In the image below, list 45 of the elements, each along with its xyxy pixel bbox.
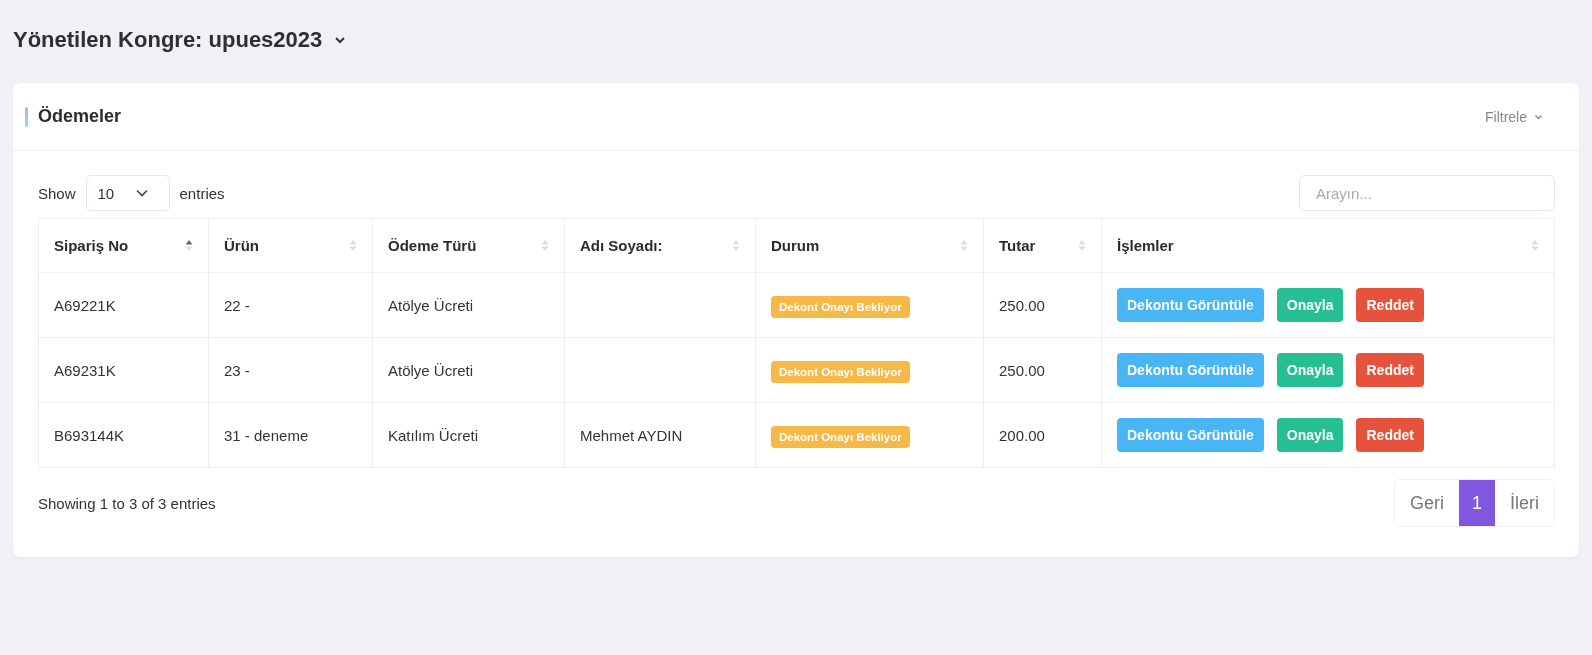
search-field[interactable]: Arayın... — [1299, 175, 1555, 211]
approve-button[interactable]: Onayla — [1276, 353, 1344, 387]
card-title: Ödemeler — [38, 106, 123, 127]
column-header[interactable]: Ödeme Türü — [372, 218, 565, 273]
title-accent-bar — [25, 106, 28, 127]
approve-button[interactable]: Onayla — [1276, 288, 1344, 322]
column-header[interactable]: İşlemler — [1101, 218, 1555, 273]
approve-button[interactable]: Onayla — [1276, 418, 1344, 452]
table-cell: B693144K — [54, 426, 125, 444]
table-cell: 200.00 — [999, 426, 1045, 444]
reject-button[interactable]: Reddet — [1356, 353, 1424, 387]
page-button[interactable]: 1 — [1458, 480, 1495, 526]
page-title: Yönetilen Kongre: upues2023 — [13, 27, 323, 53]
column-header[interactable]: Durum — [755, 218, 984, 273]
filter-dropdown[interactable]: Filtrele — [1485, 108, 1543, 125]
table-cell: 22 - — [224, 296, 250, 314]
column-header[interactable]: Tutar — [983, 218, 1102, 273]
reject-button[interactable]: Reddet — [1356, 288, 1424, 322]
show-label: Show — [38, 184, 76, 202]
view-button[interactable]: Dekontu Görüntüle — [1117, 418, 1264, 452]
status-badge: Dekont Onayı Bekliyor — [771, 295, 910, 318]
table-cell: Mehmet AYDIN — [580, 426, 683, 444]
table-cell: Katılım Ücreti — [388, 426, 478, 444]
reject-button[interactable]: Reddet — [1356, 418, 1424, 452]
table-cell: 23 - — [224, 361, 250, 379]
table-cell: Atölye Ücreti — [388, 296, 474, 314]
status-badge: Dekont Onayı Bekliyor — [771, 360, 910, 383]
table-cell: 250.00 — [999, 296, 1045, 314]
table-cell: Atölye Ücreti — [388, 361, 474, 379]
table-cell: A69221K — [54, 296, 116, 314]
table-cell: 31 - deneme — [224, 426, 309, 444]
view-button[interactable]: Dekontu Görüntüle — [1117, 353, 1264, 387]
column-header[interactable]: Ürün — [208, 218, 373, 273]
chevron-down-icon[interactable] — [334, 36, 347, 44]
entries-label: entries — [179, 184, 225, 202]
entries-select[interactable]: 10 — [85, 175, 170, 211]
table-cell: 250.00 — [999, 361, 1045, 379]
table-info: Showing 1 to 3 of 3 entries — [38, 494, 216, 512]
chevron-down-icon — [134, 189, 149, 197]
status-badge: Dekont Onayı Bekliyor — [771, 425, 910, 448]
view-button[interactable]: Dekontu Görüntüle — [1117, 288, 1264, 322]
column-header[interactable]: Sipariş No — [38, 218, 209, 273]
table-cell: A69231K — [54, 361, 116, 379]
column-header[interactable]: Adı Soyadı: — [564, 218, 756, 273]
chevron-down-icon — [1534, 113, 1543, 120]
